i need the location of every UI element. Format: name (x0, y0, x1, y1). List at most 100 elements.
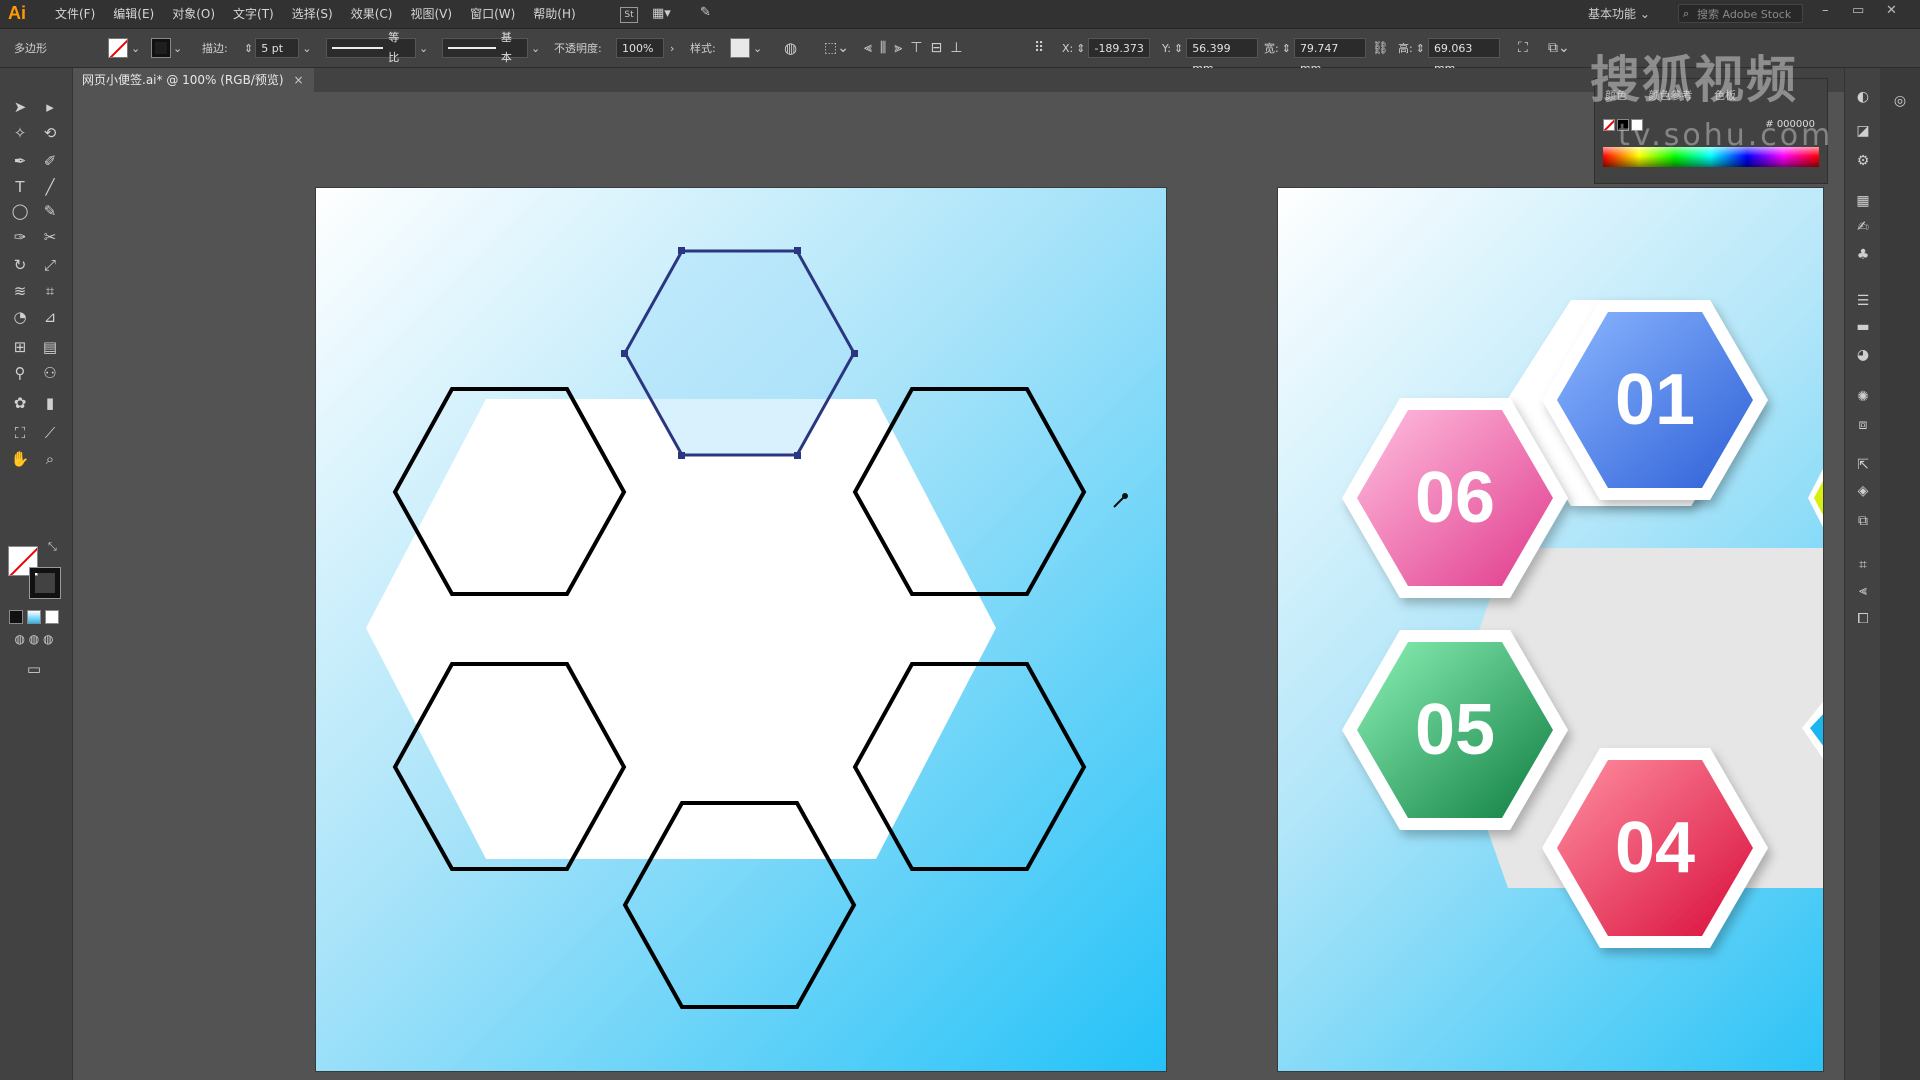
perspective-grid-tool-icon[interactable]: ⊿ (38, 306, 62, 328)
graphic-styles-icon[interactable]: ⧈ (1854, 416, 1872, 434)
reference-point-icon[interactable]: ⠿ (1034, 29, 1044, 67)
stroke-color-picker[interactable]: ⌄ (151, 29, 182, 67)
column-graph-tool-icon[interactable]: ▮ (38, 392, 62, 414)
artboard-main[interactable] (316, 188, 1166, 1071)
eyedropper-tool-icon[interactable]: ⚲ (8, 362, 32, 384)
stock-search-input[interactable]: ⌕ 搜索 Adobe Stock (1678, 4, 1803, 23)
direct-selection-tool-icon[interactable]: ▸ (38, 96, 62, 118)
align-center-icon[interactable]: ⫼ (880, 40, 894, 56)
gradient-tool-icon[interactable]: ▤ (38, 336, 62, 358)
swap-fill-stroke-icon[interactable]: ⤡ (48, 540, 57, 554)
anchor-point[interactable] (621, 350, 628, 357)
swatches-icon[interactable]: ▦ (1854, 192, 1872, 210)
libraries-icon[interactable]: ⚙ (1854, 152, 1872, 170)
color-mode-icon[interactable] (9, 610, 23, 624)
line-segment-tool-icon[interactable]: ╱ (38, 176, 62, 198)
x-coordinate[interactable]: X: ⇕ -189.373 (1062, 29, 1151, 67)
ellipse-tool-icon[interactable]: ◯ (8, 200, 32, 222)
gradient-panel-icon[interactable]: ▬ (1854, 318, 1872, 336)
recolor-artwork-icon[interactable]: ◍ (784, 29, 797, 67)
fill-stroke-widget[interactable]: ⤡ (8, 540, 61, 599)
opacity-control[interactable]: 100% › (616, 29, 674, 67)
pen-tool-icon[interactable]: ✒ (8, 150, 32, 172)
hand-tool-icon[interactable]: ✋ (8, 448, 32, 470)
none-mode-icon[interactable] (45, 610, 59, 624)
transparency-icon[interactable]: ◕ (1854, 346, 1872, 364)
opacity-label[interactable]: 不透明度: (554, 29, 602, 67)
align-left-icon[interactable]: ⫷ (864, 40, 880, 56)
menu-help[interactable]: 帮助(H) (524, 0, 584, 28)
blend-tool-icon[interactable]: ⚇ (38, 362, 62, 384)
mesh-tool-icon[interactable]: ⊞ (8, 336, 32, 358)
workspace-switcher[interactable]: 基本功能 ⌄ (1588, 5, 1650, 22)
isolate-icon[interactable]: ⧉⌄ (1548, 29, 1570, 67)
anchor-point[interactable] (678, 452, 685, 459)
center-hexagon-white[interactable] (366, 399, 996, 859)
arrange-documents-icon[interactable]: ▦▾ (652, 6, 671, 21)
lasso-tool-icon[interactable]: ⟲ (38, 122, 62, 144)
anchor-point[interactable] (794, 247, 801, 254)
pathfinder-icon[interactable]: ⧠ (1854, 610, 1872, 628)
symbol-sprayer-tool-icon[interactable]: ✿ (8, 392, 32, 414)
transform-panel-icon[interactable]: ⌗ (1854, 556, 1872, 574)
align-bottom-icon[interactable]: ⊥ (950, 40, 970, 56)
align-top-icon[interactable]: ⊤ (910, 40, 930, 56)
graphic-style-picker[interactable]: ⌄ (730, 29, 762, 67)
width-tool-icon[interactable]: ≋ (8, 280, 32, 302)
hexagon-badge-partial-yellow[interactable] (1808, 463, 1823, 533)
restore-button[interactable]: ▭ (1852, 3, 1864, 18)
menu-type[interactable]: 文字(T) (224, 0, 283, 28)
artboard-tool-icon[interactable]: ⛶ (8, 422, 32, 444)
opacity-field[interactable]: 100% (616, 38, 664, 58)
minimize-button[interactable]: – (1822, 3, 1829, 18)
menu-view[interactable]: 视图(V) (401, 0, 461, 28)
menu-window[interactable]: 窗口(W) (461, 0, 524, 28)
menu-edit[interactable]: 编辑(E) (104, 0, 163, 28)
anchor-point[interactable] (851, 350, 858, 357)
height-field[interactable]: 69.063 mm (1427, 38, 1500, 75)
height-field-group[interactable]: 高: ⇕ 69.063 mm (1398, 29, 1500, 75)
artboard-reference[interactable]: 01 06 05 04 (1278, 188, 1823, 1071)
width-field-group[interactable]: 宽: ⇕ 79.747 mm (1264, 29, 1366, 75)
screen-mode-icon[interactable]: ▭ (22, 658, 46, 680)
menu-select[interactable]: 选择(S) (283, 0, 342, 28)
bridge-icon[interactable]: St (620, 7, 638, 23)
color-guide-icon[interactable]: ◪ (1854, 122, 1872, 140)
align-right-icon[interactable]: ⫸ (894, 40, 910, 56)
align-panel-icon[interactable]: ⫷ (1854, 582, 1872, 600)
gradient-mode-icon[interactable] (27, 610, 41, 624)
brushes-icon[interactable]: ✍ (1854, 218, 1872, 236)
x-field[interactable]: -189.373 (1088, 38, 1151, 58)
magic-wand-tool-icon[interactable]: ✧ (8, 122, 32, 144)
brush-definition[interactable]: 基本 ⌄ (442, 29, 540, 67)
align-to-icon[interactable]: ⬚⌄ (824, 29, 849, 67)
stroke-panel-icon[interactable]: ☰ (1854, 292, 1872, 310)
paintbrush-tool-icon[interactable]: ✎ (38, 200, 62, 222)
artboards-icon[interactable]: ⧉ (1854, 512, 1872, 530)
cc-libraries-icon[interactable]: ◎ (1891, 92, 1909, 110)
menu-object[interactable]: 对象(O) (163, 0, 224, 28)
gpu-performance-icon[interactable]: ✎ (700, 5, 711, 20)
anchor-point[interactable] (678, 247, 685, 254)
zoom-tool-icon[interactable]: ⌕ (38, 448, 62, 470)
selection-tool-icon[interactable]: ➤ (8, 96, 32, 118)
shape-builder-tool-icon[interactable]: ◔ (8, 306, 32, 328)
rotate-tool-icon[interactable]: ↻ (8, 254, 32, 276)
menu-effect[interactable]: 效果(C) (342, 0, 402, 28)
appearance-icon[interactable]: ✺ (1854, 388, 1872, 406)
type-tool-icon[interactable]: T (8, 176, 32, 198)
document-tab[interactable]: 网页小便签.ai* @ 100% (RGB/预览) × (72, 68, 314, 92)
symbols-icon[interactable]: ♣ (1854, 246, 1872, 264)
drawing-modes-icon[interactable]: ◍ ◍ ◍ (4, 628, 64, 650)
color-panel-icon[interactable]: ◐ (1854, 88, 1872, 106)
stroke-weight-stepper[interactable]: ⇕ 5 pt ⌄ (244, 29, 311, 67)
slice-tool-icon[interactable]: ⟋ (38, 422, 62, 444)
y-coordinate[interactable]: Y: ⇕ 56.399 mm (1162, 29, 1259, 75)
stroke-label[interactable]: 描边: (202, 29, 228, 67)
scissors-tool-icon[interactable]: ✂ (38, 226, 62, 248)
close-button[interactable]: ✕ (1886, 3, 1897, 18)
stroke-swatch[interactable] (29, 567, 61, 599)
export-icon[interactable]: ⇱ (1854, 456, 1872, 474)
scale-tool-icon[interactable]: ⤢ (38, 254, 62, 276)
close-tab-icon[interactable]: × (294, 73, 304, 87)
